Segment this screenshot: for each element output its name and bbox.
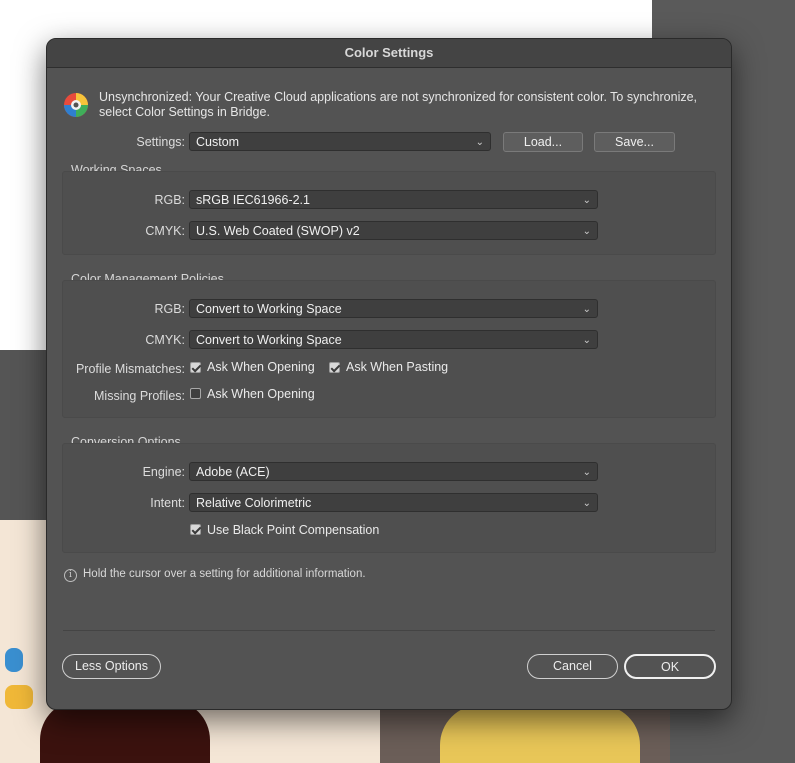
policy-cmyk-label: CMYK: xyxy=(145,333,185,347)
creative-cloud-icon xyxy=(64,93,88,117)
artwork-hand-blue xyxy=(5,648,23,672)
engine-dropdown[interactable]: Adobe (ACE) ⌄ xyxy=(189,462,598,481)
policy-cmyk-value: Convert to Working Space xyxy=(196,333,342,347)
intent-value: Relative Colorimetric xyxy=(196,496,312,510)
cancel-button[interactable]: Cancel xyxy=(527,654,618,679)
ws-cmyk-value: U.S. Web Coated (SWOP) v2 xyxy=(196,224,360,238)
chevron-down-icon: ⌄ xyxy=(475,137,484,148)
engine-label: Engine: xyxy=(142,465,185,479)
artwork-hand-yellow xyxy=(5,685,33,709)
info-icon: i xyxy=(64,569,77,582)
mismatch-opening-label: Ask When Opening xyxy=(207,360,315,374)
ws-cmyk-label: CMYK: xyxy=(145,224,185,238)
profile-mismatches-label: Profile Mismatches: xyxy=(75,362,185,376)
chevron-down-icon: ⌄ xyxy=(582,304,591,315)
policy-rgb-value: Convert to Working Space xyxy=(196,302,342,316)
footer-divider xyxy=(63,630,715,631)
settings-label: Settings: xyxy=(136,135,185,149)
chevron-down-icon: ⌄ xyxy=(582,335,591,346)
policy-cmyk-dropdown[interactable]: Convert to Working Space ⌄ xyxy=(189,330,598,349)
ok-button[interactable]: OK xyxy=(624,654,716,679)
save-button[interactable]: Save... xyxy=(594,132,675,152)
policy-rgb-label: RGB: xyxy=(154,302,185,316)
sync-message: Unsynchronized: Your Creative Cloud appl… xyxy=(99,90,698,119)
black-point-label: Use Black Point Compensation xyxy=(207,523,380,537)
working-spaces-group xyxy=(62,171,716,255)
dialog-title: Color Settings xyxy=(47,39,731,68)
chevron-down-icon: ⌄ xyxy=(582,226,591,237)
settings-dropdown[interactable]: Custom ⌄ xyxy=(189,132,491,151)
artwork-jacket xyxy=(440,705,640,763)
mismatch-pasting-checkbox[interactable] xyxy=(329,362,340,373)
ws-rgb-dropdown[interactable]: sRGB IEC61966-2.1 ⌄ xyxy=(189,190,598,209)
intent-dropdown[interactable]: Relative Colorimetric ⌄ xyxy=(189,493,598,512)
missing-profiles-label: Missing Profiles: xyxy=(94,389,185,403)
engine-value: Adobe (ACE) xyxy=(196,465,270,479)
intent-label: Intent: xyxy=(150,496,185,510)
load-button[interactable]: Load... xyxy=(503,132,583,152)
chevron-down-icon: ⌄ xyxy=(582,467,591,478)
mismatch-opening-checkbox[interactable] xyxy=(190,362,201,373)
mismatch-pasting-label: Ask When Pasting xyxy=(346,360,449,374)
chevron-down-icon: ⌄ xyxy=(582,498,591,509)
chevron-down-icon: ⌄ xyxy=(582,195,591,206)
black-point-checkbox[interactable] xyxy=(190,524,201,535)
policy-rgb-dropdown[interactable]: Convert to Working Space ⌄ xyxy=(189,299,598,318)
settings-value: Custom xyxy=(196,135,240,149)
ws-rgb-value: sRGB IEC61966-2.1 xyxy=(196,193,310,207)
missing-opening-label: Ask When Opening xyxy=(207,387,315,401)
less-options-button[interactable]: Less Options xyxy=(62,654,161,679)
missing-opening-checkbox[interactable] xyxy=(190,388,201,399)
hint-text: Hold the cursor over a setting for addit… xyxy=(83,568,366,580)
ws-cmyk-dropdown[interactable]: U.S. Web Coated (SWOP) v2 ⌄ xyxy=(189,221,598,240)
color-settings-dialog: Color Settings Unsynchronized: Your Crea… xyxy=(46,38,732,710)
ws-rgb-label: RGB: xyxy=(154,193,185,207)
